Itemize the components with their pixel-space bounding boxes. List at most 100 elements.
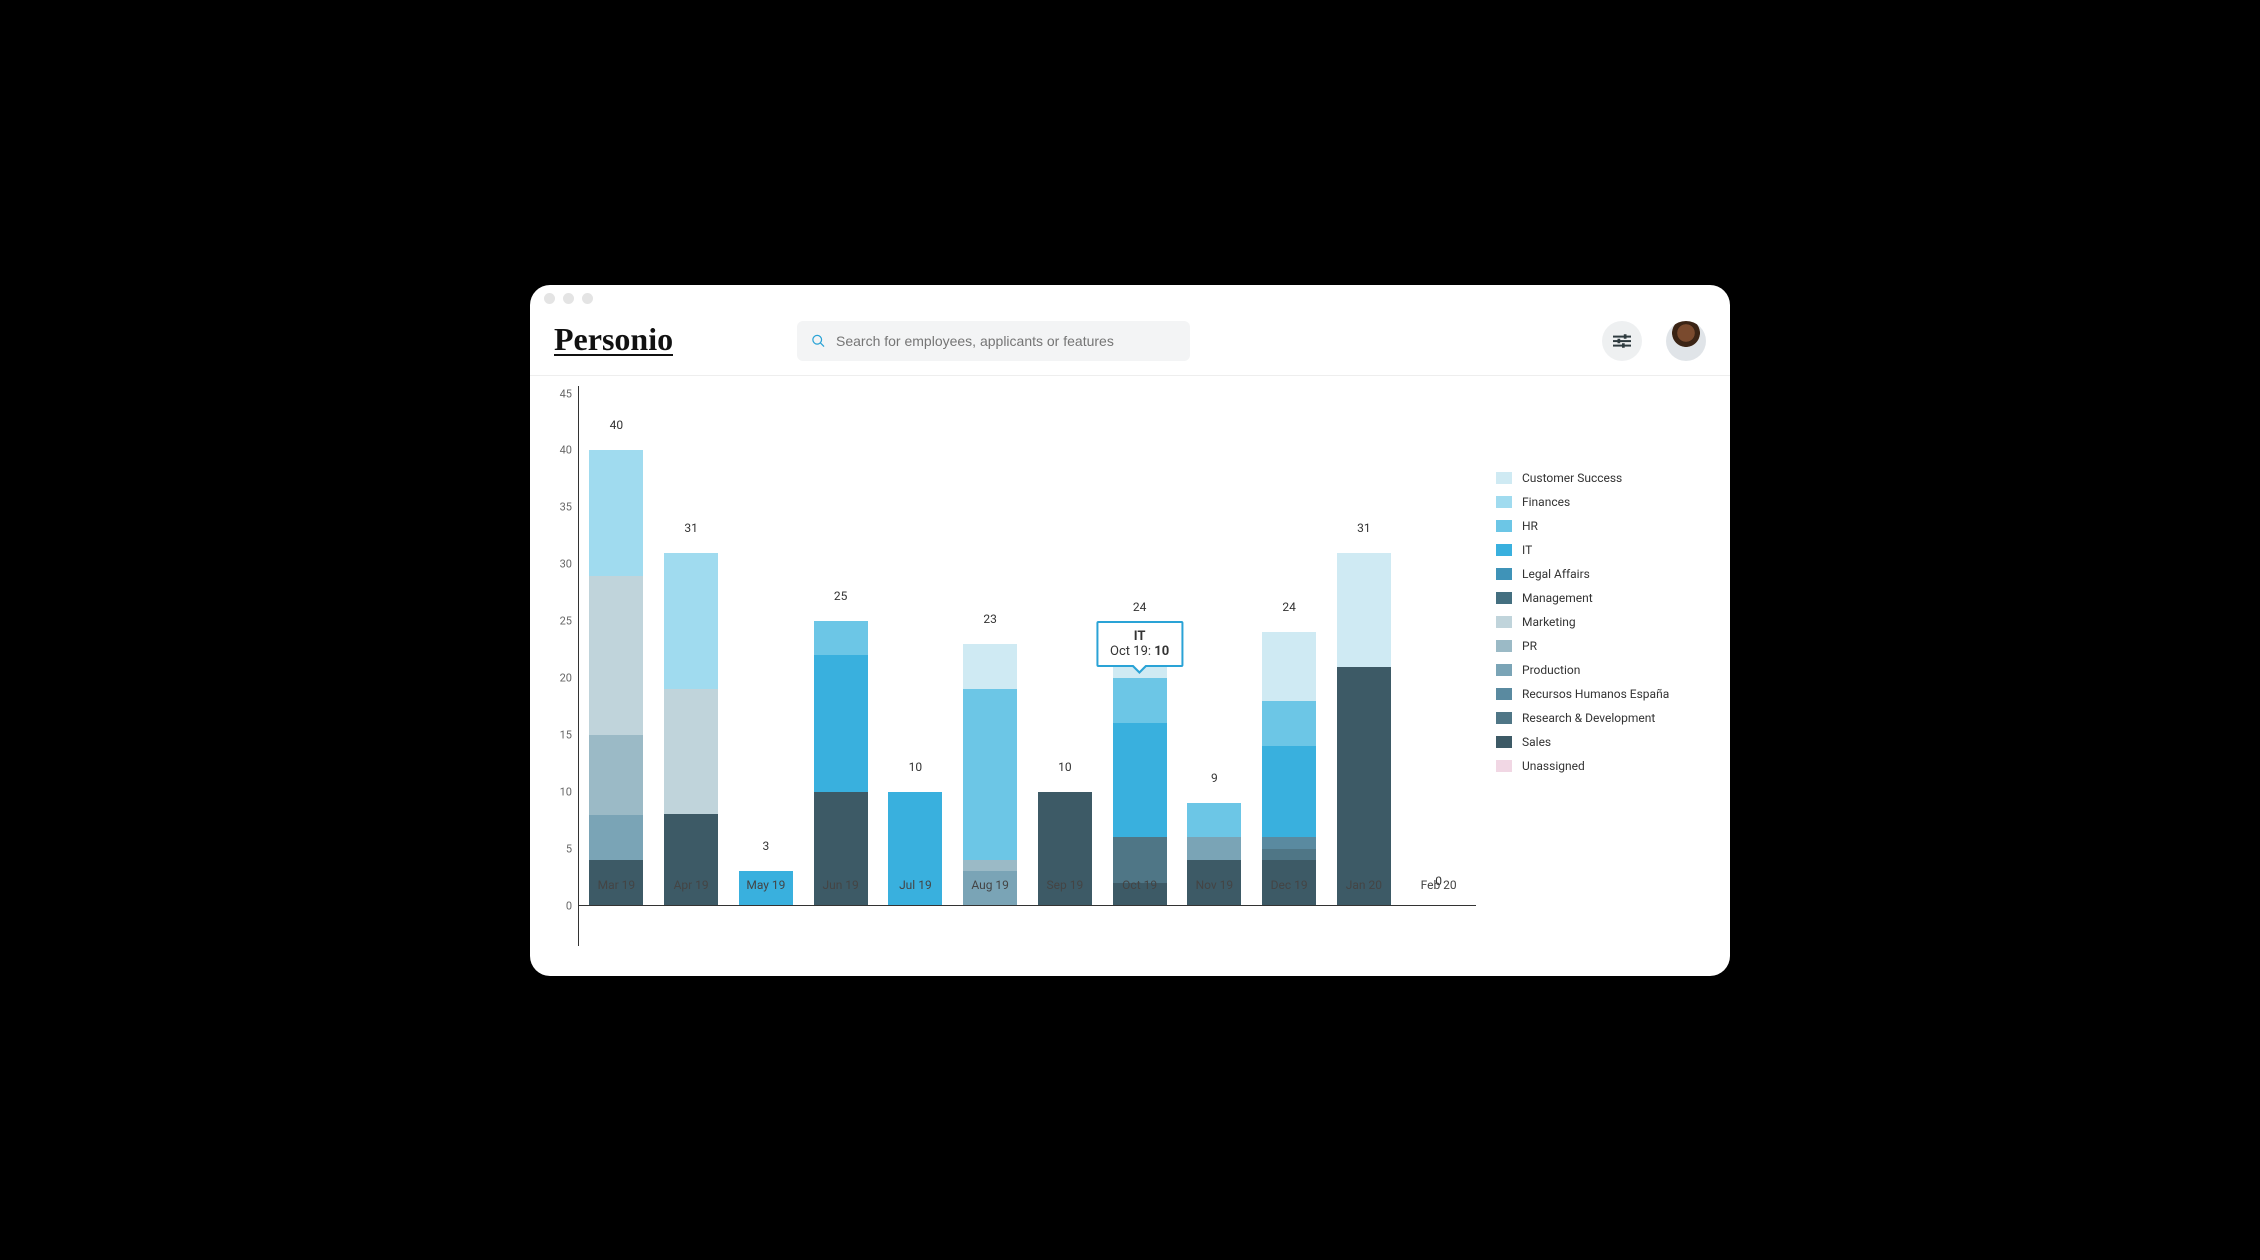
chart-xtick: Nov 19 [1177, 878, 1252, 892]
chart-bar-segment[interactable] [1113, 837, 1167, 883]
legend-item[interactable]: Customer Success [1496, 466, 1706, 490]
chart-bar-stack [814, 621, 868, 905]
chart-bar-segment[interactable] [589, 576, 643, 735]
legend-label: Customer Success [1522, 471, 1622, 485]
chart-bar-segment[interactable] [814, 621, 868, 655]
chart-bar-segment[interactable] [589, 450, 643, 575]
legend-label: HR [1522, 519, 1538, 533]
legend-swatch [1496, 760, 1512, 772]
chart-bar-total-label: 31 [1327, 521, 1402, 537]
app-header: Personio [530, 313, 1730, 376]
chart-bar-segment[interactable] [963, 644, 1017, 690]
legend-item[interactable]: Recursos Humanos España [1496, 682, 1706, 706]
legend-swatch [1496, 544, 1512, 556]
legend-swatch [1496, 592, 1512, 604]
legend-swatch [1496, 664, 1512, 676]
chart-bar-segment[interactable] [664, 553, 718, 690]
window-control-maximize[interactable] [582, 293, 593, 304]
legend-item[interactable]: Legal Affairs [1496, 562, 1706, 586]
chart-bar-column[interactable]: 10Sep 19 [1028, 394, 1103, 906]
chart-xtick: Aug 19 [953, 878, 1028, 892]
legend-label: Management [1522, 591, 1593, 605]
chart-plot: 40Mar 1931Apr 193May 1925Jun 1910Jul 192… [578, 386, 1476, 946]
chart-ytick: 10 [560, 785, 572, 798]
chart-bar-segment[interactable] [1337, 667, 1391, 906]
tooltip-category: Oct 19: [1110, 644, 1154, 659]
chart-bar-column[interactable]: 24Dec 19 [1252, 394, 1327, 906]
window-control-close[interactable] [544, 293, 555, 304]
legend-swatch [1496, 496, 1512, 508]
chart-bar-column[interactable]: 31 Jan 20 [1327, 394, 1402, 906]
chart-bar-total-label: 9 [1177, 771, 1252, 787]
chart-bar-segment[interactable] [589, 815, 643, 861]
chart-bar-segment[interactable] [1113, 678, 1167, 724]
chart-bar-segment[interactable] [1262, 849, 1316, 860]
chart-bar-stack [1262, 632, 1316, 905]
chart-bar-segment[interactable] [963, 689, 1017, 860]
legend-swatch [1496, 640, 1512, 652]
legend-item[interactable]: PR [1496, 634, 1706, 658]
chart-bar-segment[interactable] [1187, 837, 1241, 860]
legend-item[interactable]: HR [1496, 514, 1706, 538]
chart-bar-column[interactable]: 25Jun 19 [803, 394, 878, 906]
chart-bar-segment[interactable] [814, 655, 868, 792]
chart-xaxis-line [579, 905, 1476, 906]
chart-xtick: Jan 20 [1327, 878, 1402, 892]
chart-ytick: 25 [560, 615, 572, 628]
chart-ytick: 0 [566, 899, 572, 912]
chart-bar-segment[interactable] [1187, 803, 1241, 837]
chart-bar-segment[interactable] [589, 735, 643, 815]
legend-item[interactable]: Finances [1496, 490, 1706, 514]
legend-label: IT [1522, 543, 1532, 557]
legend-item[interactable]: Research & Development [1496, 706, 1706, 730]
chart-bar-column[interactable]: 31Apr 19 [654, 394, 729, 906]
content-area: 051015202530354045 40Mar 1931Apr 193May … [530, 376, 1730, 976]
chart-bar-segment[interactable] [664, 689, 718, 814]
legend-swatch [1496, 688, 1512, 700]
chart-legend: Customer Success Finances HR IT Legal Affair… [1476, 386, 1706, 946]
legend-swatch [1496, 616, 1512, 628]
chart-xtick: May 19 [729, 878, 804, 892]
legend-label: Research & Development [1522, 711, 1655, 725]
chart-xtick: Jun 19 [803, 878, 878, 892]
legend-swatch [1496, 472, 1512, 484]
chart-bar-segment[interactable] [664, 814, 718, 905]
search-icon [811, 333, 826, 349]
app-window: Personio 051015202530354045 40Mar 1931Ap… [530, 285, 1730, 976]
chart-bar-segment[interactable] [1262, 837, 1316, 848]
legend-item[interactable]: Marketing [1496, 610, 1706, 634]
chart-bar-column[interactable]: 10Jul 19 [878, 394, 953, 906]
chart-ytick: 15 [560, 728, 572, 741]
chart-bar-segment[interactable] [1337, 553, 1391, 667]
search-input[interactable] [836, 333, 1176, 349]
chart-xtick: Jul 19 [878, 878, 953, 892]
chart-bar-segment[interactable] [1262, 746, 1316, 837]
legend-label: Marketing [1522, 615, 1576, 629]
chart-bars: 40Mar 1931Apr 193May 1925Jun 1910Jul 192… [579, 394, 1476, 906]
chart-bar-segment[interactable] [963, 860, 1017, 871]
window-titlebar [530, 285, 1730, 313]
legend-item[interactable]: Sales [1496, 730, 1706, 754]
avatar[interactable] [1666, 321, 1706, 361]
legend-item[interactable]: IT [1496, 538, 1706, 562]
chart-bar-column[interactable]: 40Mar 19 [579, 394, 654, 906]
chart-bar-column[interactable]: 24Oct 19ITOct 19: 10 [1102, 394, 1177, 906]
chart-bar-column[interactable]: 23Aug 19 [953, 394, 1028, 906]
window-control-minimize[interactable] [563, 293, 574, 304]
search-box[interactable] [797, 321, 1189, 361]
sliders-icon [1613, 334, 1631, 348]
legend-item[interactable]: Production [1496, 658, 1706, 682]
chart-ytick: 30 [560, 558, 572, 571]
legend-item[interactable]: Management [1496, 586, 1706, 610]
chart-ytick: 45 [560, 387, 572, 400]
chart-bar-segment[interactable] [1113, 723, 1167, 837]
chart-bar-segment[interactable] [1262, 701, 1316, 747]
chart-bar-column[interactable]: 3May 19 [729, 394, 804, 906]
chart-bar-column[interactable]: 0Feb 20 [1401, 394, 1476, 906]
chart-xtick: Oct 19 [1102, 878, 1177, 892]
legend-item[interactable]: Unassigned [1496, 754, 1706, 778]
chart-bar-segment[interactable] [1262, 632, 1316, 700]
settings-button[interactable] [1602, 321, 1642, 361]
chart-bar-total-label: 24 [1102, 600, 1177, 616]
chart-bar-column[interactable]: 9 Nov 19 [1177, 394, 1252, 906]
